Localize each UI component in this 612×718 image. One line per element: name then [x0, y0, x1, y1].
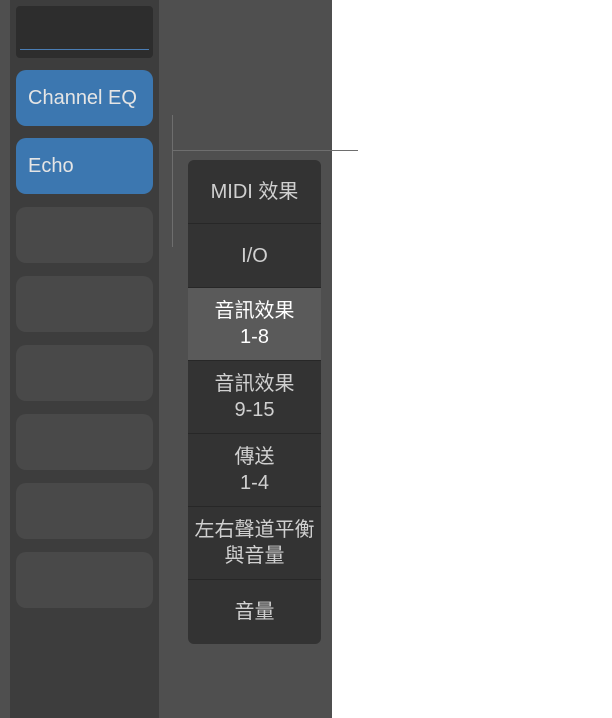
menu-item-audio-fx-9-15[interactable]: 音訊效果 9-15 — [188, 361, 321, 434]
plugin-slot-1-label: Channel EQ — [28, 87, 137, 110]
menu-item-volume[interactable]: 音量 — [188, 580, 321, 644]
menu-item-audio-fx-1-8[interactable]: 音訊效果 1-8 — [188, 288, 321, 361]
plugin-slot-empty-5[interactable] — [16, 483, 153, 539]
plugin-slot-2-label: Echo — [28, 155, 74, 178]
menu-item-label-line1: 左右聲道平衡 — [195, 517, 315, 543]
callout-line-vertical — [172, 115, 173, 247]
eq-thumbnail[interactable] — [16, 6, 153, 58]
menu-item-midi-effects[interactable]: MIDI 效果 — [188, 160, 321, 224]
menu-item-label: MIDI 效果 — [211, 179, 299, 205]
plugin-slot-empty-1[interactable] — [16, 207, 153, 263]
section-popup-menu: MIDI 效果 I/O 音訊效果 1-8 音訊效果 9-15 傳送 1-4 左右… — [188, 160, 321, 644]
plugin-slot-1[interactable]: Channel EQ — [16, 70, 153, 126]
menu-item-sends-1-4[interactable]: 傳送 1-4 — [188, 434, 321, 507]
plugin-slot-empty-3[interactable] — [16, 345, 153, 401]
menu-item-label-line2: 1-4 — [240, 470, 269, 496]
channel-strip: Channel EQ Echo — [10, 0, 159, 718]
plugin-slot-2[interactable]: Echo — [16, 138, 153, 194]
menu-item-label-line1: 傳送 — [235, 444, 275, 470]
eq-curve-line — [20, 49, 149, 50]
menu-item-label-line2: 9-15 — [234, 397, 274, 423]
plugin-slot-empty-2[interactable] — [16, 276, 153, 332]
plugin-slot-empty-4[interactable] — [16, 414, 153, 470]
callout-line-horizontal — [172, 150, 358, 151]
menu-item-pan-volume[interactable]: 左右聲道平衡 與音量 — [188, 507, 321, 580]
menu-item-io[interactable]: I/O — [188, 224, 321, 288]
menu-item-label: I/O — [241, 243, 268, 269]
menu-item-label-line2: 與音量 — [225, 543, 285, 569]
menu-item-label-line1: 音訊效果 — [215, 298, 295, 324]
plugin-slot-empty-6[interactable] — [16, 552, 153, 608]
menu-item-label-line1: 音訊效果 — [215, 371, 295, 397]
menu-item-label: 音量 — [235, 599, 275, 625]
mixer-panel: Channel EQ Echo MIDI 效果 I/O 音訊效果 1-8 音訊效… — [0, 0, 332, 718]
menu-item-label-line2: 1-8 — [240, 324, 269, 350]
